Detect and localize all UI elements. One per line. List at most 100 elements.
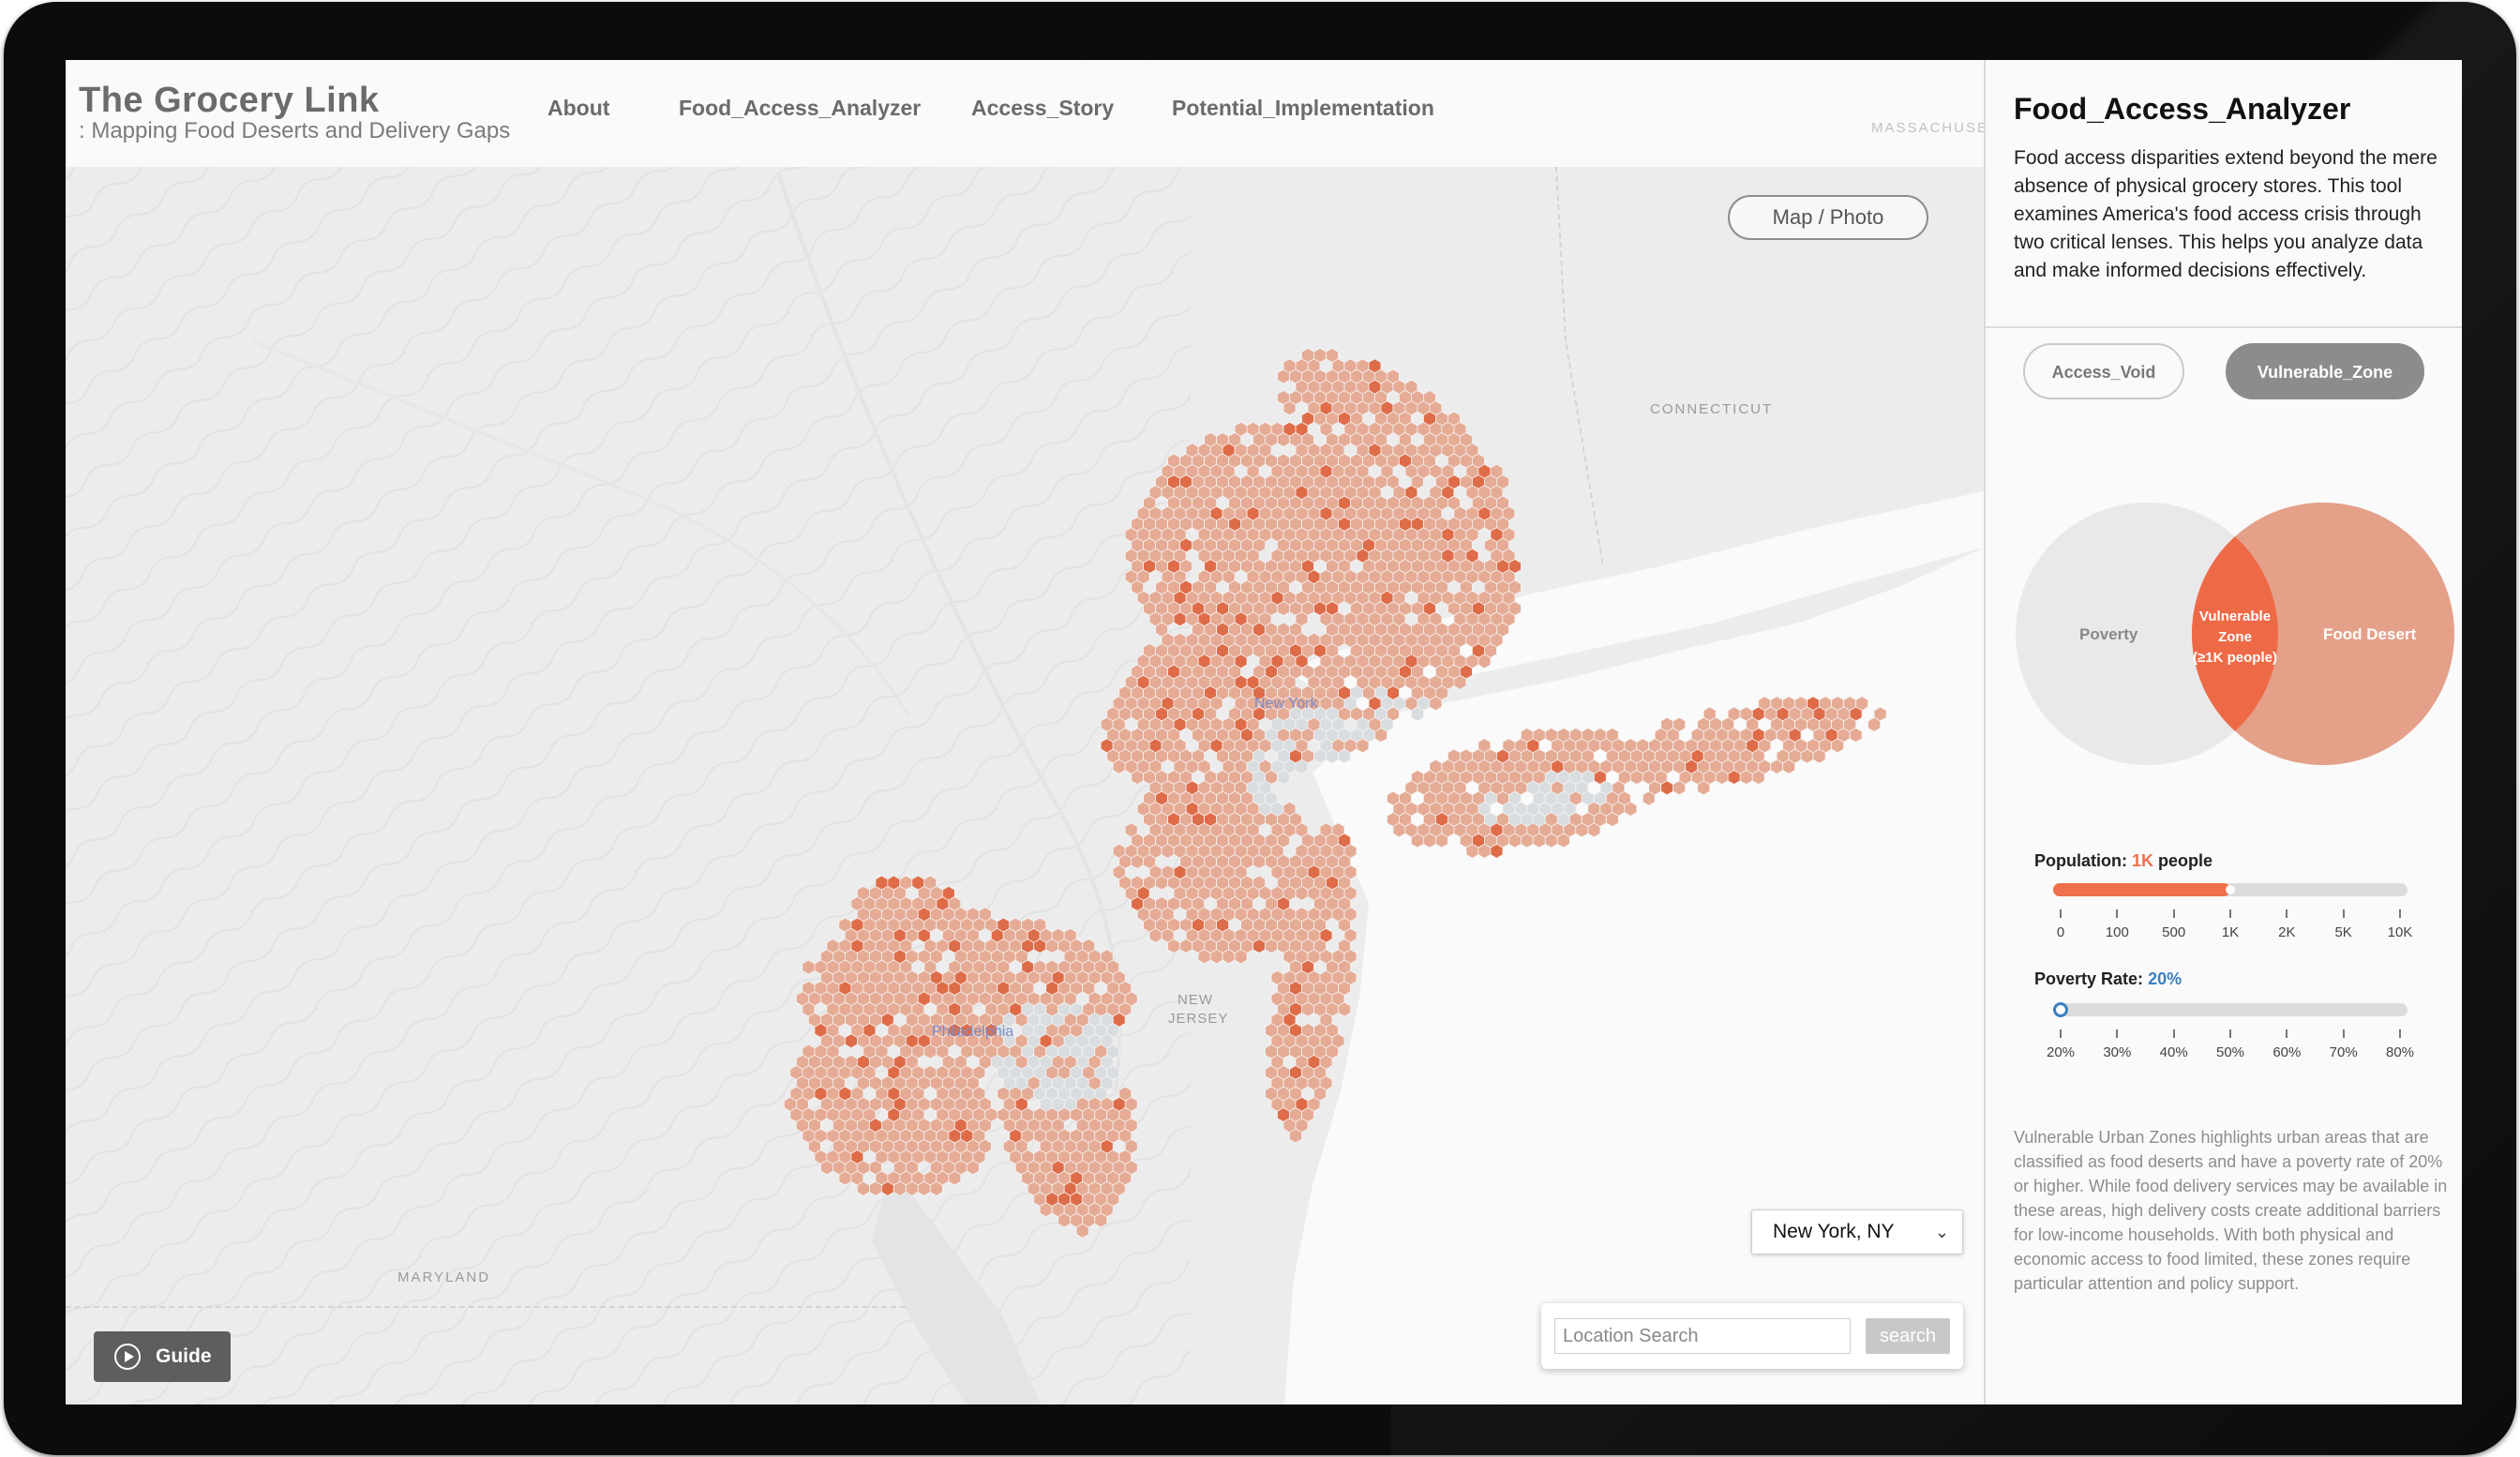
hex-cell	[1209, 949, 1223, 965]
label-connecticut: CONNECTICUT	[1650, 401, 1774, 417]
hex-cell	[1313, 748, 1327, 764]
label-new-jersey-line1: NEW	[1178, 992, 1213, 1008]
access-void-button[interactable]: Access_Void	[2023, 343, 2184, 399]
hex-cell	[1770, 759, 1783, 774]
venn-food-desert-label: Food Desert	[2323, 625, 2417, 643]
location-search-input[interactable]: Location Search	[1554, 1318, 1851, 1354]
nav-about[interactable]: About	[548, 96, 609, 121]
hex-cell	[869, 1180, 882, 1196]
poverty-tick	[2342, 1029, 2345, 1038]
label-new-york-city: New York	[1254, 696, 1318, 712]
hex-cell	[1094, 1212, 1108, 1228]
hex-cell	[1045, 939, 1059, 954]
chevron-down-icon: ⌄	[1934, 1223, 1949, 1241]
poverty-slider[interactable]	[2053, 1002, 2408, 1017]
hex-cell	[1112, 759, 1126, 774]
population-slider-handle[interactable]	[2226, 885, 2235, 894]
poverty-slider-handle[interactable]	[2053, 1002, 2068, 1017]
map-photo-toggle[interactable]: Map / Photo	[1728, 195, 1928, 240]
hex-cell	[1277, 601, 1290, 616]
population-slider[interactable]	[2053, 883, 2408, 896]
panel-description: Food access disparities extend beyond th…	[2014, 147, 2438, 281]
population-tick-label: 100	[2105, 924, 2129, 940]
hex-cell	[1326, 748, 1339, 764]
basemap	[66, 60, 1984, 1404]
population-tick-label: 5K	[2334, 924, 2352, 940]
device-frame: The Grocery Link : Mapping Food Deserts …	[4, 2, 2516, 1455]
hex-cell	[838, 1170, 852, 1186]
hex-cell	[1411, 833, 1424, 849]
vulnerable-zone-button[interactable]: Vulnerable_Zone	[2226, 343, 2424, 399]
poverty-tick-label: 70%	[2329, 1044, 2358, 1060]
hex-cell	[1179, 939, 1192, 954]
hex-cell	[1629, 770, 1643, 785]
population-label-text: Population:	[2034, 851, 2127, 870]
hex-cell	[802, 959, 816, 975]
hex-cell	[905, 1180, 919, 1196]
hex-cell	[1058, 1212, 1072, 1228]
hex-cell	[1411, 706, 1424, 722]
hex-cell	[1075, 1223, 1089, 1239]
hex-cell	[1167, 939, 1180, 954]
search-button[interactable]: search	[1866, 1318, 1950, 1354]
label-new-jersey-line2: JERSEY	[1168, 1011, 1229, 1027]
hex-cell	[1277, 368, 1290, 384]
poverty-tick	[2286, 1029, 2288, 1038]
top-navigation-bar: The Grocery Link : Mapping Food Deserts …	[66, 60, 1984, 167]
hex-cell	[1831, 738, 1844, 754]
hex-cell	[1356, 738, 1370, 754]
hex-cell	[1155, 875, 1168, 891]
venn-center-line1: Vulnerable	[2199, 608, 2271, 624]
hex-cell	[1575, 822, 1589, 838]
population-tick	[2172, 909, 2175, 918]
hex-cell	[1148, 927, 1162, 943]
panel-title: Food_Access_Analyzer	[2014, 92, 2351, 126]
guide-button[interactable]: Guide	[94, 1331, 231, 1382]
app-screen: The Grocery Link : Mapping Food Deserts …	[66, 60, 2462, 1404]
hex-cell	[1173, 611, 1187, 627]
hex-cell	[1715, 770, 1729, 785]
hex-cell	[892, 1180, 907, 1196]
population-tick	[2229, 909, 2231, 918]
poverty-label-text: Poverty Rate:	[2034, 969, 2144, 988]
poverty-tick	[2172, 1029, 2175, 1038]
hex-cell	[1800, 748, 1814, 764]
hex-cell	[857, 1180, 870, 1196]
hex-cell	[1282, 400, 1297, 416]
hex-cell	[1301, 1001, 1314, 1017]
hex-cell	[917, 1180, 931, 1196]
venn-poverty-label: Poverty	[2079, 625, 2138, 643]
hex-cell	[1429, 696, 1443, 712]
location-search-box: Location Search search	[1541, 1303, 1963, 1369]
nav-food-access-analyzer[interactable]: Food_Access_Analyzer	[679, 96, 921, 121]
hex-cell	[1660, 780, 1674, 796]
hex-cell	[1435, 833, 1448, 849]
nav-access-story[interactable]: Access_Story	[971, 96, 1114, 121]
population-tick	[2116, 909, 2119, 918]
hex-cell	[1039, 1202, 1053, 1218]
city-select-value: New York, NY	[1773, 1221, 1895, 1242]
poverty-tick-label: 20%	[2046, 1044, 2076, 1060]
hex-cell	[1478, 653, 1492, 669]
hex-cell	[948, 1170, 962, 1186]
hex-cell	[1849, 728, 1863, 743]
hex-cell	[1338, 1001, 1351, 1017]
population-tick	[2399, 909, 2401, 918]
hex-cell	[1374, 728, 1388, 743]
hex-cell	[1465, 843, 1479, 859]
poverty-tick	[2116, 1029, 2119, 1038]
hex-cell	[1521, 833, 1534, 849]
city-select[interactable]: New York, NY ⌄	[1751, 1209, 1963, 1254]
app-subtitle: : Mapping Food Deserts and Delivery Gaps	[79, 118, 511, 143]
venn-diagram: Poverty Food Desert Vulnerable Zone (≥1K…	[2016, 503, 2454, 765]
poverty-tick-label: 40%	[2159, 1044, 2188, 1060]
nav-potential-implementation[interactable]: Potential_Implementation	[1172, 96, 1434, 121]
population-tick-label: 10K	[2387, 924, 2413, 940]
hex-cell	[923, 1044, 938, 1059]
map-canvas[interactable]: The Grocery Link : Mapping Food Deserts …	[66, 60, 1984, 1404]
hex-cell	[1453, 674, 1467, 690]
population-tick	[2286, 909, 2288, 918]
label-maryland: MARYLAND	[398, 1269, 491, 1285]
hex-cell	[1222, 949, 1236, 965]
poverty-tick-label: 30%	[2103, 1044, 2132, 1060]
